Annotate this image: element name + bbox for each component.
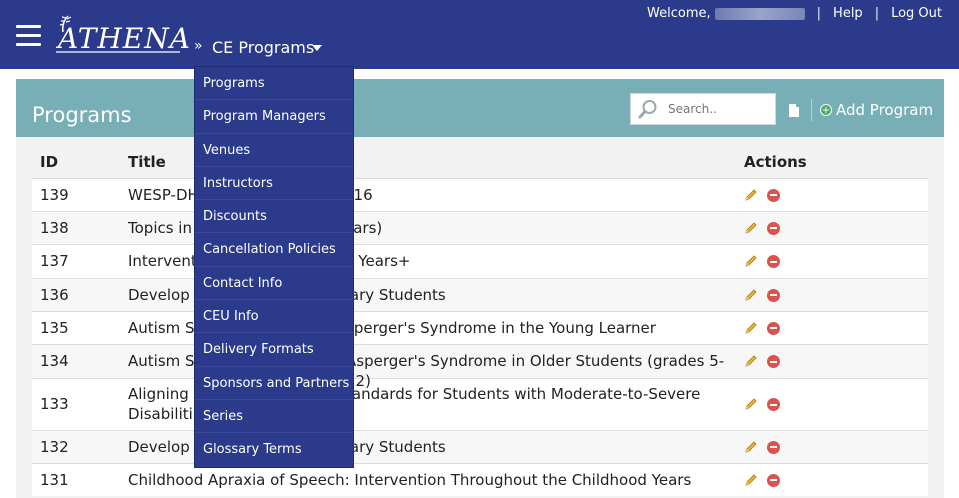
cell-id: 134 — [32, 343, 128, 378]
search-box[interactable] — [630, 93, 776, 125]
title-text: Aligning — [128, 385, 189, 403]
pencil-icon[interactable] — [744, 254, 758, 268]
menu-item-sponsors-and-partners[interactable]: Sponsors and Partners — [195, 367, 353, 400]
cell-id: 139 — [32, 177, 128, 211]
welcome-text: Welcome, — [647, 6, 711, 21]
chevron-down-icon[interactable] — [312, 45, 322, 51]
menu-item-series[interactable]: Series — [195, 400, 353, 434]
plus-circle-icon: + — [820, 104, 832, 116]
cell-title[interactable]: Childhood Apraxia of Speech: Interventio… — [128, 462, 736, 496]
pencil-icon[interactable] — [744, 473, 758, 487]
search-input[interactable] — [668, 102, 768, 116]
menu-item-programs[interactable]: Programs — [195, 67, 353, 101]
username-redacted — [714, 7, 805, 20]
nav-separator: | — [874, 6, 880, 21]
pencil-icon[interactable] — [744, 288, 758, 302]
menu-icon[interactable] — [16, 25, 41, 46]
menu-item-glossary-terms[interactable]: Glossary Terms — [195, 433, 353, 466]
title-text-tail: sperger's Syndrome in the Young Learner — [346, 318, 656, 337]
title-text-tail: tandards for Students with Moderate-to-S… — [346, 385, 701, 403]
user-nav: Welcome, | Help | Log Out — [647, 6, 942, 21]
cell-id: 131 — [32, 462, 128, 496]
programs-table: ID Title Actions 139 WESP-DH 016 138 Topics … — [32, 147, 928, 496]
pencil-icon[interactable] — [744, 354, 758, 368]
cell-actions — [736, 377, 928, 430]
cell-id: 138 — [32, 210, 128, 244]
title-text: Develop — [128, 285, 190, 304]
add-program-button[interactable]: + Add Program — [820, 101, 933, 119]
table-row[interactable]: 138 Topics in ears) — [32, 210, 928, 244]
delete-icon[interactable] — [767, 188, 780, 202]
pencil-icon[interactable] — [744, 188, 758, 202]
cell-id: 133 — [32, 377, 128, 430]
help-link[interactable]: Help — [833, 6, 863, 21]
menu-item-discounts[interactable]: Discounts — [195, 200, 353, 234]
delete-icon[interactable] — [767, 355, 780, 368]
pencil-icon[interactable] — [744, 221, 758, 235]
column-header-actions: Actions — [744, 153, 807, 172]
table-row[interactable]: 133 Aligning tandards for Students with Mo… — [32, 377, 928, 430]
pencil-icon[interactable] — [744, 397, 758, 411]
title-text: Autism S — [128, 352, 195, 370]
cell-actions — [736, 462, 928, 496]
table-row[interactable]: 134 Autism S Asperger's Syndrome in Older … — [32, 343, 928, 390]
table-row[interactable]: 132 Develop tary Students — [32, 429, 928, 463]
cell-id: 137 — [32, 243, 128, 278]
search-icon — [638, 100, 657, 119]
cell-id: 135 — [32, 310, 128, 344]
delete-icon[interactable] — [767, 440, 780, 454]
cell-actions — [736, 343, 928, 378]
title-text: Intervent — [128, 252, 197, 270]
cell-id: 136 — [32, 277, 128, 311]
delete-icon[interactable] — [767, 255, 780, 268]
document-icon[interactable] — [788, 103, 800, 118]
menu-item-delivery-formats[interactable]: Delivery Formats — [195, 333, 353, 367]
menu-item-instructors[interactable]: Instructors — [195, 167, 353, 201]
cell-actions — [736, 210, 928, 244]
menu-item-ceu-info[interactable]: CEU Info — [195, 300, 353, 334]
add-program-label: Add Program — [836, 101, 934, 119]
page-title: Programs — [32, 103, 132, 127]
title-text: Childhood Apraxia of Speech: Interventio… — [128, 470, 692, 489]
table-row[interactable]: 136 Develop tary Students — [32, 277, 928, 311]
title-text: Autism S — [128, 318, 195, 337]
table-row[interactable]: 131 Childhood Apraxia of Speech: Interven… — [32, 462, 928, 496]
menu-item-venues[interactable]: Venues — [195, 134, 353, 167]
table-row[interactable]: 137 Intervent 0 Years+ — [32, 243, 928, 278]
delete-icon[interactable] — [767, 473, 780, 487]
title-text: Develop — [128, 437, 190, 456]
top-bar: ATHENA » CE Programs Welcome, | Help | L… — [0, 0, 959, 69]
logo-text: ATHENA — [58, 22, 191, 55]
cell-actions — [736, 177, 928, 211]
cell-actions — [736, 429, 928, 463]
menu-item-cancellation-policies[interactable]: Cancellation Policies — [195, 233, 353, 267]
title-text: WESP-DH — [128, 185, 199, 204]
menu-item-contact-info[interactable]: Contact Info — [195, 267, 353, 301]
table-row[interactable]: 139 WESP-DH 016 — [32, 177, 928, 211]
delete-icon[interactable] — [767, 398, 780, 411]
cell-id: 132 — [32, 429, 128, 463]
table-row[interactable]: 135 Autism S sperger's Syndrome in the You… — [32, 310, 928, 344]
nav-separator: | — [816, 6, 822, 21]
ce-programs-dropdown: Programs Program Managers Venues Instructor… — [194, 66, 354, 468]
cell-actions — [736, 243, 928, 278]
delete-icon[interactable] — [767, 288, 780, 302]
panel-body: ID Title Actions 139 WESP-DH 016 138 Topics … — [16, 137, 944, 498]
logout-link[interactable]: Log Out — [891, 6, 942, 21]
delete-icon[interactable] — [767, 321, 780, 335]
divider — [811, 99, 812, 121]
breadcrumb-separator: » — [194, 38, 203, 54]
title-text-tail: tary Students — [344, 285, 446, 304]
pencil-icon[interactable] — [744, 440, 758, 454]
menu-item-program-managers[interactable]: Program Managers — [195, 100, 353, 134]
breadcrumb-ce-programs[interactable]: CE Programs — [212, 38, 314, 57]
title-text: Topics in — [128, 218, 192, 237]
cell-actions — [736, 310, 928, 344]
column-header-id[interactable]: ID — [32, 147, 128, 178]
cell-actions — [736, 277, 928, 311]
delete-icon[interactable] — [767, 221, 780, 235]
panel-header: Programs + Add Program — [16, 79, 944, 137]
title-text-tail: tary Students — [344, 437, 446, 456]
pencil-icon[interactable] — [744, 321, 758, 335]
